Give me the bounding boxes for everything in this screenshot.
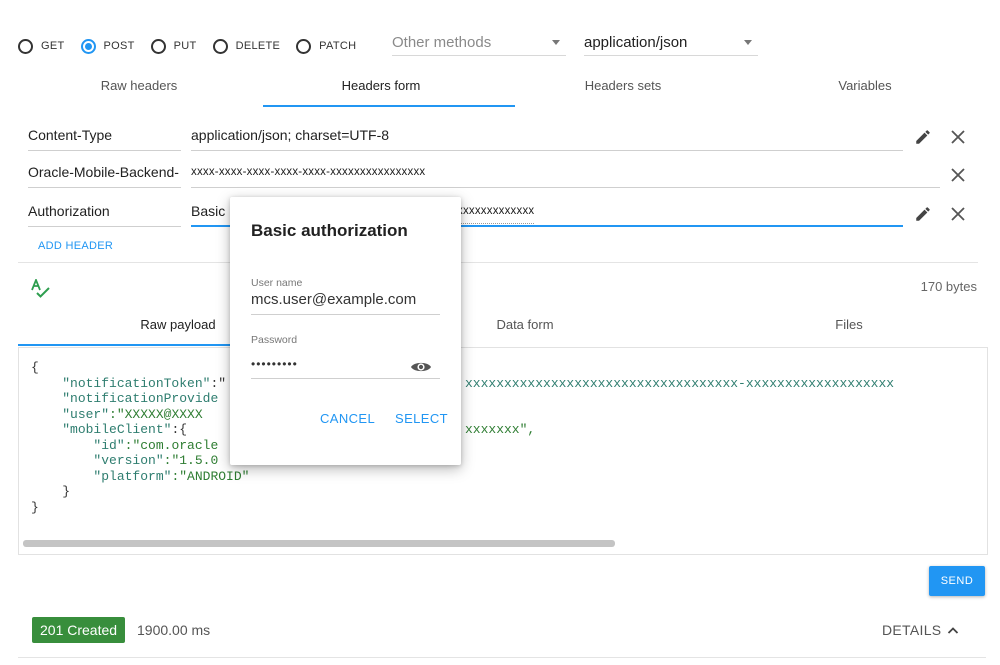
- tab-headers-sets[interactable]: Headers sets: [502, 68, 744, 104]
- close-icon[interactable]: [947, 164, 969, 186]
- horizontal-scrollbar[interactable]: [21, 540, 985, 548]
- spellcheck-icon[interactable]: [30, 277, 52, 304]
- username-field[interactable]: mcs.user@example.com: [251, 289, 440, 315]
- add-header-button[interactable]: ADD HEADER: [38, 240, 113, 252]
- basic-auth-dialog: Basic authorization User name mcs.user@e…: [230, 197, 461, 465]
- pencil-icon[interactable]: [912, 126, 934, 148]
- header-value-input[interactable]: xxxx-xxxx-xxxx-xxxx-xxxx-xxxxxxxxxxxxxxx…: [191, 160, 940, 188]
- method-post-option[interactable]: POST: [80, 38, 135, 54]
- method-put-label: PUT: [173, 40, 197, 52]
- http-method-selector: GET POST PUT DELETE PATCH: [18, 28, 372, 64]
- method-patch-label: PATCH: [319, 40, 357, 52]
- payload-editor[interactable]: { "notificationToken":" "notificationPro…: [18, 347, 988, 555]
- headers-tab-bar: Raw headers Headers form Headers sets Va…: [18, 68, 986, 104]
- method-post-label: POST: [103, 40, 135, 52]
- payload-code: { "notificationToken":" "notificationPro…: [31, 360, 250, 515]
- radio-patch[interactable]: [296, 38, 312, 54]
- close-icon[interactable]: [947, 203, 969, 225]
- content-type-value: application/json: [584, 34, 688, 51]
- payload-tab-bar: Raw payload Data form Files: [18, 307, 986, 343]
- close-icon[interactable]: [947, 126, 969, 148]
- active-tab-indicator: [263, 105, 515, 107]
- pencil-icon[interactable]: [912, 203, 934, 225]
- username-label: User name: [251, 277, 303, 289]
- header-name-input[interactable]: Authorization: [28, 199, 181, 227]
- radio-delete[interactable]: [212, 38, 228, 54]
- select-button[interactable]: SELECT: [395, 411, 448, 426]
- dialog-title: Basic authorization: [251, 221, 408, 240]
- auth-value-end: xxxxxxxxxxxxx: [457, 199, 535, 224]
- content-type-dropdown[interactable]: application/json: [584, 30, 758, 56]
- radio-post[interactable]: [80, 38, 96, 54]
- tab-variables[interactable]: Variables: [744, 68, 986, 104]
- scrollbar-thumb[interactable]: [23, 540, 615, 547]
- other-methods-dropdown[interactable]: Other methods: [392, 30, 566, 56]
- method-get-label: GET: [41, 40, 65, 52]
- method-delete-label: DELETE: [235, 40, 281, 52]
- header-value-input[interactable]: application/json; charset=UTF-8: [191, 123, 903, 151]
- response-time: 1900.00 ms: [137, 622, 211, 638]
- status-badge: 201 Created: [32, 617, 126, 643]
- header-name-input[interactable]: Oracle-Mobile-Backend-: [28, 160, 181, 188]
- tab-files[interactable]: Files: [712, 307, 986, 343]
- tab-headers-form[interactable]: Headers form: [260, 68, 502, 104]
- dropdown-caret-icon: [552, 40, 560, 45]
- method-get-option[interactable]: GET: [18, 38, 65, 54]
- method-put-option[interactable]: PUT: [150, 38, 197, 54]
- payload-code-overflow: xxxxxxxxxxxxxxxxxxxxxxxxxxxxxxxxxxx-xxxx…: [465, 375, 895, 438]
- active-tab-indicator: [18, 344, 232, 346]
- radio-put[interactable]: [150, 38, 166, 54]
- details-toggle[interactable]: DETAILS: [882, 622, 959, 638]
- chevron-up-icon: [948, 627, 959, 634]
- dropdown-caret-icon: [744, 40, 752, 45]
- method-patch-option[interactable]: PATCH: [296, 38, 357, 54]
- cancel-button[interactable]: CANCEL: [320, 411, 375, 426]
- header-name-input[interactable]: Content-Type: [28, 123, 181, 151]
- auth-value-start: Basic: [191, 203, 226, 219]
- send-button[interactable]: SEND: [929, 566, 985, 596]
- section-divider: [18, 657, 986, 658]
- password-label: Password: [251, 334, 298, 346]
- details-label: DETAILS: [882, 622, 942, 638]
- method-delete-option[interactable]: DELETE: [212, 38, 281, 54]
- payload-size: 170 bytes: [920, 279, 977, 294]
- other-methods-placeholder: Other methods: [392, 34, 492, 51]
- section-divider: [18, 262, 978, 263]
- radio-get[interactable]: [18, 38, 33, 54]
- eye-icon[interactable]: [410, 356, 432, 378]
- tab-raw-headers[interactable]: Raw headers: [18, 68, 260, 104]
